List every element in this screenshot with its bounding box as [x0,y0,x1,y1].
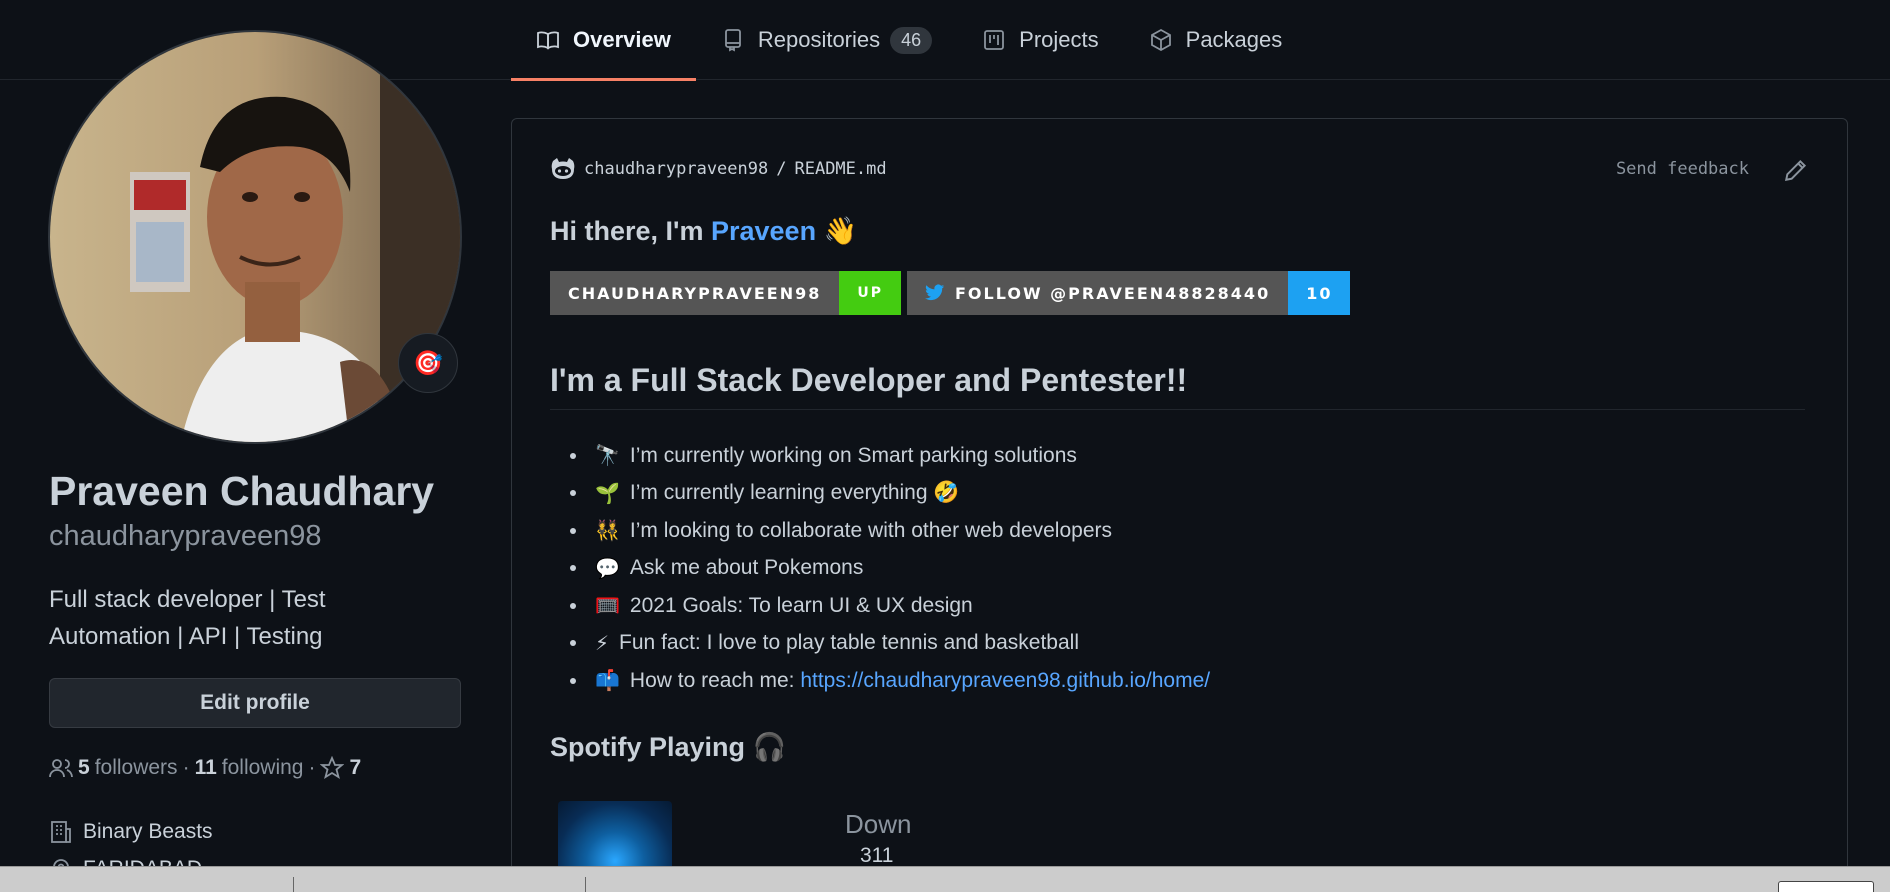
readme-owner-link[interactable]: chaudharypraveen98 [584,159,768,179]
book-icon [537,31,559,50]
tab-label: Packages [1185,27,1283,52]
list-item: 💬 Ask me about Pokemons [550,550,1210,588]
wave-icon: 👋 [823,216,858,246]
homepage-link[interactable]: https://chaudharypraveen98.github.io/hom… [800,669,1210,693]
badge-value: UP [839,271,901,315]
list-item-text: I’m currently learning everything 🤣 [629,481,960,505]
organization-icon [51,821,71,843]
list-item-text: How to reach me: [629,668,795,692]
path-separator: / [776,159,787,179]
lightning-icon: ⚡ [595,632,610,655]
pencil-icon[interactable] [1783,157,1809,183]
song-title[interactable]: Down [845,809,911,840]
readme-card: chaudharypraveen98 / README.md Send feed… [511,118,1848,892]
goal-net-icon: 🥅 [595,595,620,618]
followers-count[interactable]: 5 [78,756,90,780]
send-feedback-link[interactable]: Send feedback [1616,159,1749,179]
avatar[interactable] [48,30,462,444]
mailbox-icon: 📫 [595,670,620,693]
divider [293,877,294,892]
target-icon: 🎯 [413,349,443,377]
badge-value: 10 [1288,271,1351,315]
people-icon [49,759,73,778]
octocat-icon [551,158,575,179]
readme-list: 🔭 I’m currently working on Smart parking … [550,437,1210,700]
list-item: 🌱 I’m currently learning everything 🤣 [550,475,1210,513]
list-item: 📫 How to reach me: https://chaudharyprave… [550,662,1210,700]
list-item-text: I’m looking to collaborate with other we… [629,518,1113,542]
spotify-heading: Spotify Playing 🎧 [550,732,787,762]
divider [585,877,586,892]
profile-bio: Full stack developer | Test Automation |… [49,586,326,650]
followers-link[interactable]: followers [95,756,178,780]
project-icon [984,30,1005,50]
twitter-follow-badge[interactable]: FOLLOW @PRAVEEN48828440 10 [906,271,1351,315]
badge-label: FOLLOW @PRAVEEN48828440 [906,271,1289,315]
readme-greeting: Hi there, I'm Praveen 👋 [550,215,857,247]
tab-label: Overview [573,27,671,52]
list-item: 🔭 I’m currently working on Smart parking … [550,437,1210,475]
tab-label: Repositories [757,27,881,52]
greeting-text: Hi there, I'm [550,216,704,246]
badge-label-text: FOLLOW @PRAVEEN48828440 [954,283,1271,303]
following-link[interactable]: following [222,756,304,780]
list-item-text: Fun fact: I love to play table tennis an… [619,631,1079,655]
profile-views-badge[interactable]: CHAUDHARYPRAVEEN98 UP [550,271,901,315]
song-artist: 311 [860,844,894,867]
profile-fullname: Praveen Chaudhary [49,468,435,514]
stars-count[interactable]: 7 [349,756,361,780]
readme-header: chaudharypraveen98 / README.md [550,157,887,181]
tab-label: Projects [1019,27,1099,52]
list-item-text: I’m currently working on Smart parking s… [629,443,1077,467]
following-count[interactable]: 11 [195,756,217,780]
star-icon [320,756,345,779]
readme-heading: I'm a Full Stack Developer and Pentester… [550,362,1805,410]
tab-repositories[interactable]: Repositories 46 [696,0,957,80]
list-item: ⚡ Fun fact: I love to play table tennis a… [550,625,1210,663]
telescope-icon: 🔭 [595,445,620,468]
separator-dot: · [308,756,316,779]
repo-icon [724,29,741,52]
list-item: 🥅 2021 Goals: To learn UI & UX design [550,587,1210,625]
organization-row: Binary Beasts [49,820,213,844]
bottom-bar-button[interactable] [1778,881,1874,892]
speech-bubble-icon: 💬 [595,557,620,580]
edit-profile-button[interactable]: Edit profile [49,678,461,728]
tab-overview[interactable]: Overview [511,0,696,81]
badge-label: CHAUDHARYPRAVEEN98 [550,271,840,315]
profile-username: chaudharypraveen98 [49,520,322,552]
badges-row: CHAUDHARYPRAVEEN98 UP FOLLOW @PRAVEEN488… [550,271,1351,315]
people-dancing-icon: 👯 [595,520,620,543]
separator-dot: · [182,756,190,779]
seedling-icon: 🌱 [595,482,620,505]
readme-file-link[interactable]: README.md [794,159,886,179]
list-item-text: Ask me about Pokemons [629,556,864,580]
bottom-bar [0,866,1890,892]
avatar-photo [50,32,460,442]
set-status-button[interactable]: 🎯 [398,333,458,393]
follow-stats: 5 followers · 11 following · 7 [49,756,361,780]
greeting-name: Praveen [710,216,817,246]
tab-list: Overview Repositories 46 Projects Packag… [511,0,1308,81]
list-item-text: 2021 Goals: To learn UI & UX design [629,593,973,617]
repo-count-badge: 46 [890,26,933,54]
tab-projects[interactable]: Projects [957,0,1123,80]
list-item: 👯 I’m looking to collaborate with other w… [550,512,1210,550]
twitter-icon [924,284,945,301]
organization-name: Binary Beasts [83,820,213,843]
tab-packages[interactable]: Packages [1124,0,1308,80]
package-icon [1150,28,1171,52]
